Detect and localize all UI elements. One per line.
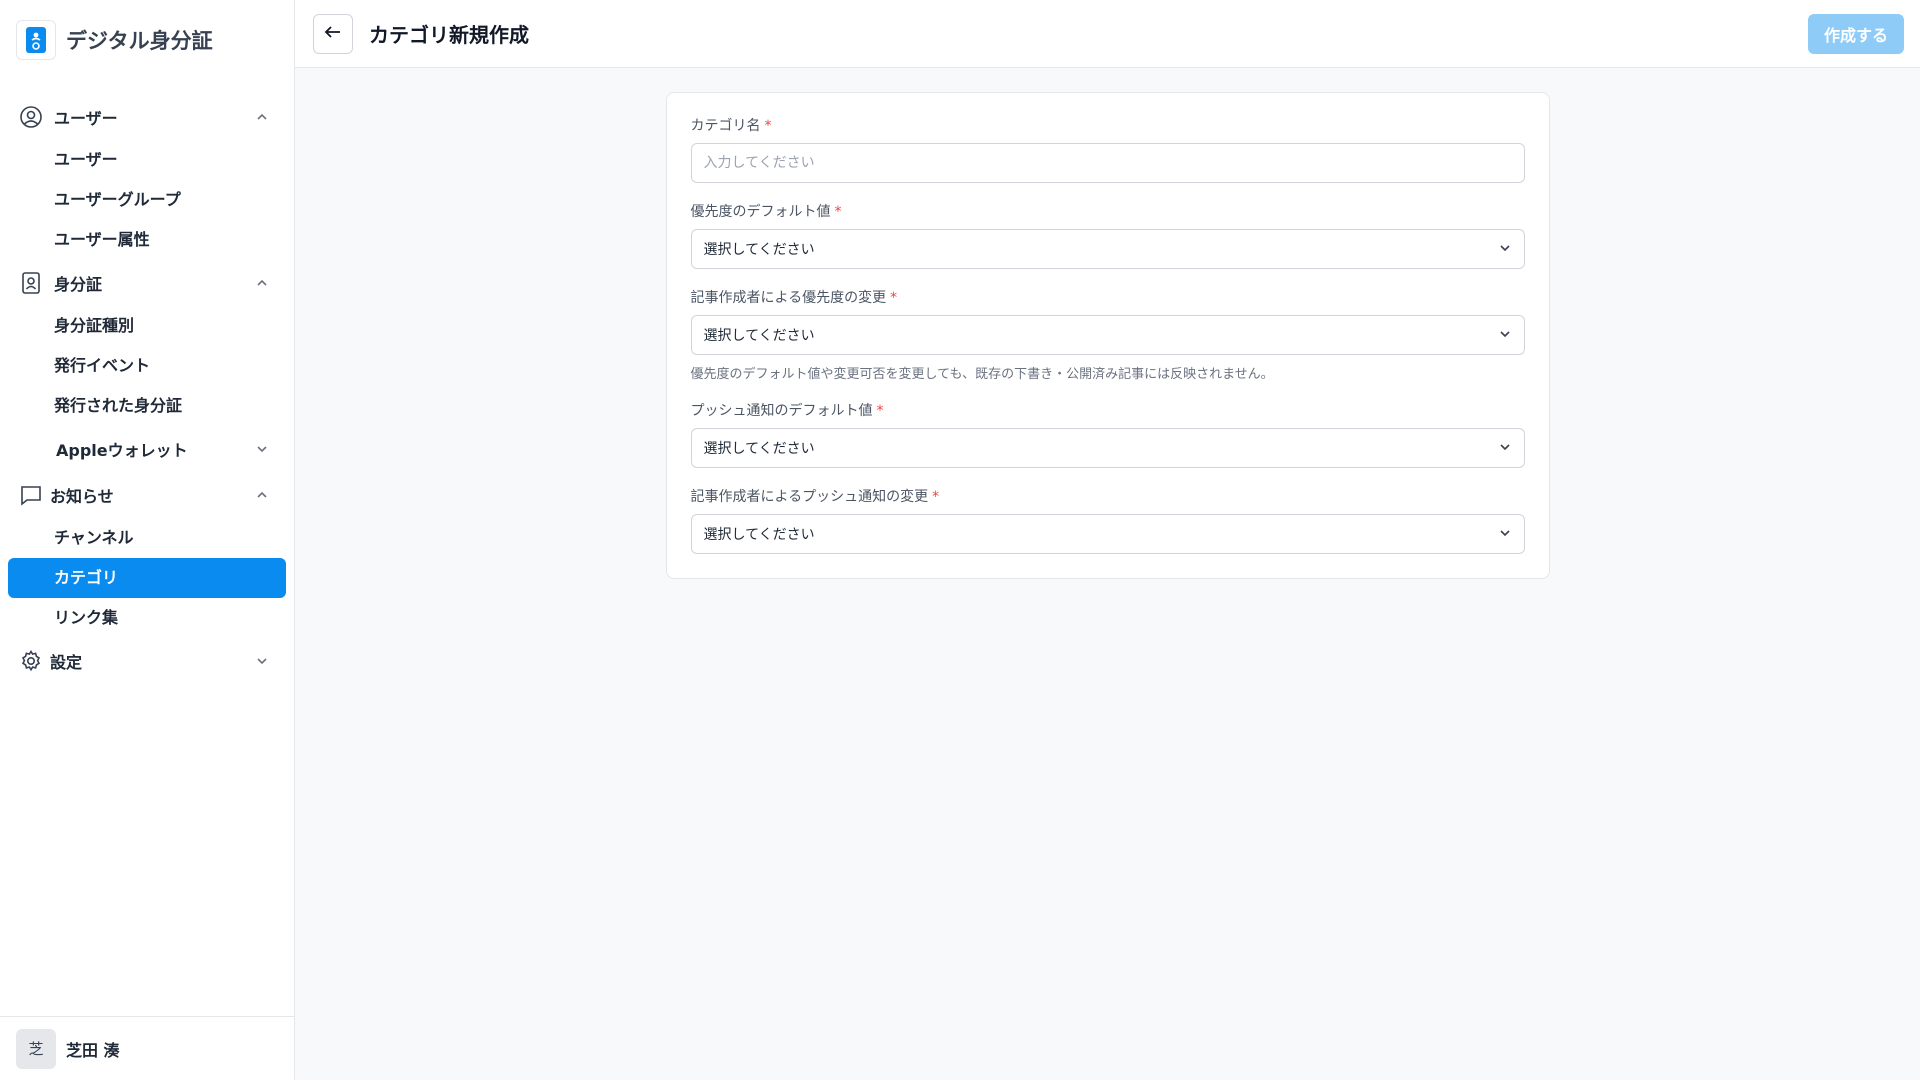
field-label: 記事作成者による優先度の変更 * [691,287,1525,307]
category-name-input[interactable] [690,143,1525,183]
field-priority-default: 優先度のデフォルト値 * 選択してください [690,201,1525,269]
required-mark: * [764,118,772,134]
field-label-text: カテゴリ名 [690,118,761,134]
sidebar-section-notices[interactable]: お知らせ [0,472,294,518]
sidebar-item-user-groups[interactable]: ユーザーグループ [0,180,294,220]
field-label-text: 記事作成者による優先度の変更 [690,290,887,306]
field-push-default: プッシュ通知のデフォルト値 * 選択してください [690,400,1525,468]
select-value: 選択してください [703,242,815,258]
page-title: カテゴリ新規作成 [369,23,529,47]
app-logo-icon [16,20,56,60]
required-mark: * [876,403,884,419]
gear-icon [18,648,44,674]
field-push-change: 記事作成者によるプッシュ通知の変更 * 選択してください [690,486,1525,554]
sidebar-section-apple-wallet[interactable]: Appleウォレット [0,426,294,472]
arrow-left-icon [323,22,343,45]
chevron-down-icon [1498,525,1512,544]
select-value: 選択してください [703,441,815,457]
select-value: 選択してください [703,328,815,344]
required-mark: * [932,489,940,505]
field-label: 優先度のデフォルト値 * [691,201,1525,221]
brand: デジタル身分証 [0,0,294,80]
chevron-down-icon [1498,240,1512,259]
sidebar-section-label: 設定 [50,653,83,672]
sidebar-section-label: Appleウォレット [56,441,188,460]
priority-change-select[interactable]: 選択してください [690,315,1525,355]
push-default-select[interactable]: 選択してください [690,428,1525,468]
chevron-down-icon [1498,326,1512,345]
form-area: カテゴリ名* 優先度のデフォルト値* 選択してください [295,68,1920,1080]
required-mark: * [834,204,842,220]
chat-bubble-icon [18,482,44,508]
category-form: カテゴリ名* 優先度のデフォルト値* 選択してください [665,92,1550,579]
chevron-down-icon [254,441,270,457]
sidebar-item-issued-ids[interactable]: 発行された身分証 [0,386,294,426]
priority-default-select[interactable]: 選択してください [690,229,1525,269]
field-label: 記事作成者によるプッシュ通知の変更 * [691,486,1525,506]
help-text: 優先度のデフォルト値や変更可否を変更しても、既存の下書き・公開済み記事には反映さ… [690,367,1274,382]
app-title: デジタル身分証 [66,29,213,53]
user-menu[interactable]: 芝 芝田 湊 [0,1016,294,1080]
chevron-up-icon [254,487,270,503]
sidebar-section-users[interactable]: ユーザー [0,94,294,140]
sidebar-item-user-attributes[interactable]: ユーザー属性 [0,220,294,260]
user-circle-icon [18,104,44,130]
user-name: 芝田 湊 [66,1040,120,1060]
field-label: カテゴリ名 * [691,115,1525,135]
sidebar-section-id[interactable]: 身分証 [0,260,294,306]
field-label: プッシュ通知のデフォルト値 * [691,400,1525,420]
sidebar-section-settings[interactable]: 設定 [0,638,294,684]
field-label-text: 優先度のデフォルト値 [690,204,831,220]
field-label-text: 記事作成者によるプッシュ通知の変更 [690,489,929,505]
page-header: カテゴリ新規作成 作成する [295,0,1920,68]
app-root: デジタル身分証 ユーザー ユーザー ユーザーグループ ユーザー属性 身分証 身分… [0,0,1920,1080]
sidebar: デジタル身分証 ユーザー ユーザー ユーザーグループ ユーザー属性 身分証 身分… [0,0,295,1080]
push-change-select[interactable]: 選択してください [690,514,1525,554]
sidebar-section-label: ユーザー [54,109,118,128]
field-priority-change: 記事作成者による優先度の変更 * 選択してください 優先度のデフォルト値や変更可否… [690,287,1525,382]
select-value: 選択してください [703,527,815,543]
sidebar-section-label: 身分証 [54,275,103,294]
chevron-up-icon [254,109,270,125]
sidebar-item-links[interactable]: リンク集 [0,598,294,638]
create-button[interactable]: 作成する [1807,13,1904,54]
chevron-down-icon [254,653,270,669]
sidebar-item-categories[interactable]: カテゴリ [8,558,286,598]
sidebar-item-users[interactable]: ユーザー [0,140,294,180]
sidebar-section-label: お知らせ [50,487,114,506]
sidebar-nav: ユーザー ユーザー ユーザーグループ ユーザー属性 身分証 身分証種別 発行イベ… [0,80,294,684]
main-content: カテゴリ新規作成 作成する カテゴリ名* 優先度のデフォルト値* 選択してくださ… [295,0,1920,1080]
sidebar-item-channels[interactable]: チャンネル [0,518,294,558]
back-button[interactable] [313,13,353,54]
sidebar-item-issue-events[interactable]: 発行イベント [0,346,294,386]
sidebar-item-id-types[interactable]: 身分証種別 [0,306,294,346]
avatar: 芝 [16,1028,56,1069]
field-category-name: カテゴリ名 * [690,115,1525,183]
chevron-up-icon [254,275,270,291]
required-mark: * [890,290,898,306]
id-card-icon [18,270,44,296]
chevron-down-icon [1498,439,1512,458]
field-label-text: プッシュ通知のデフォルト値 [690,403,873,419]
